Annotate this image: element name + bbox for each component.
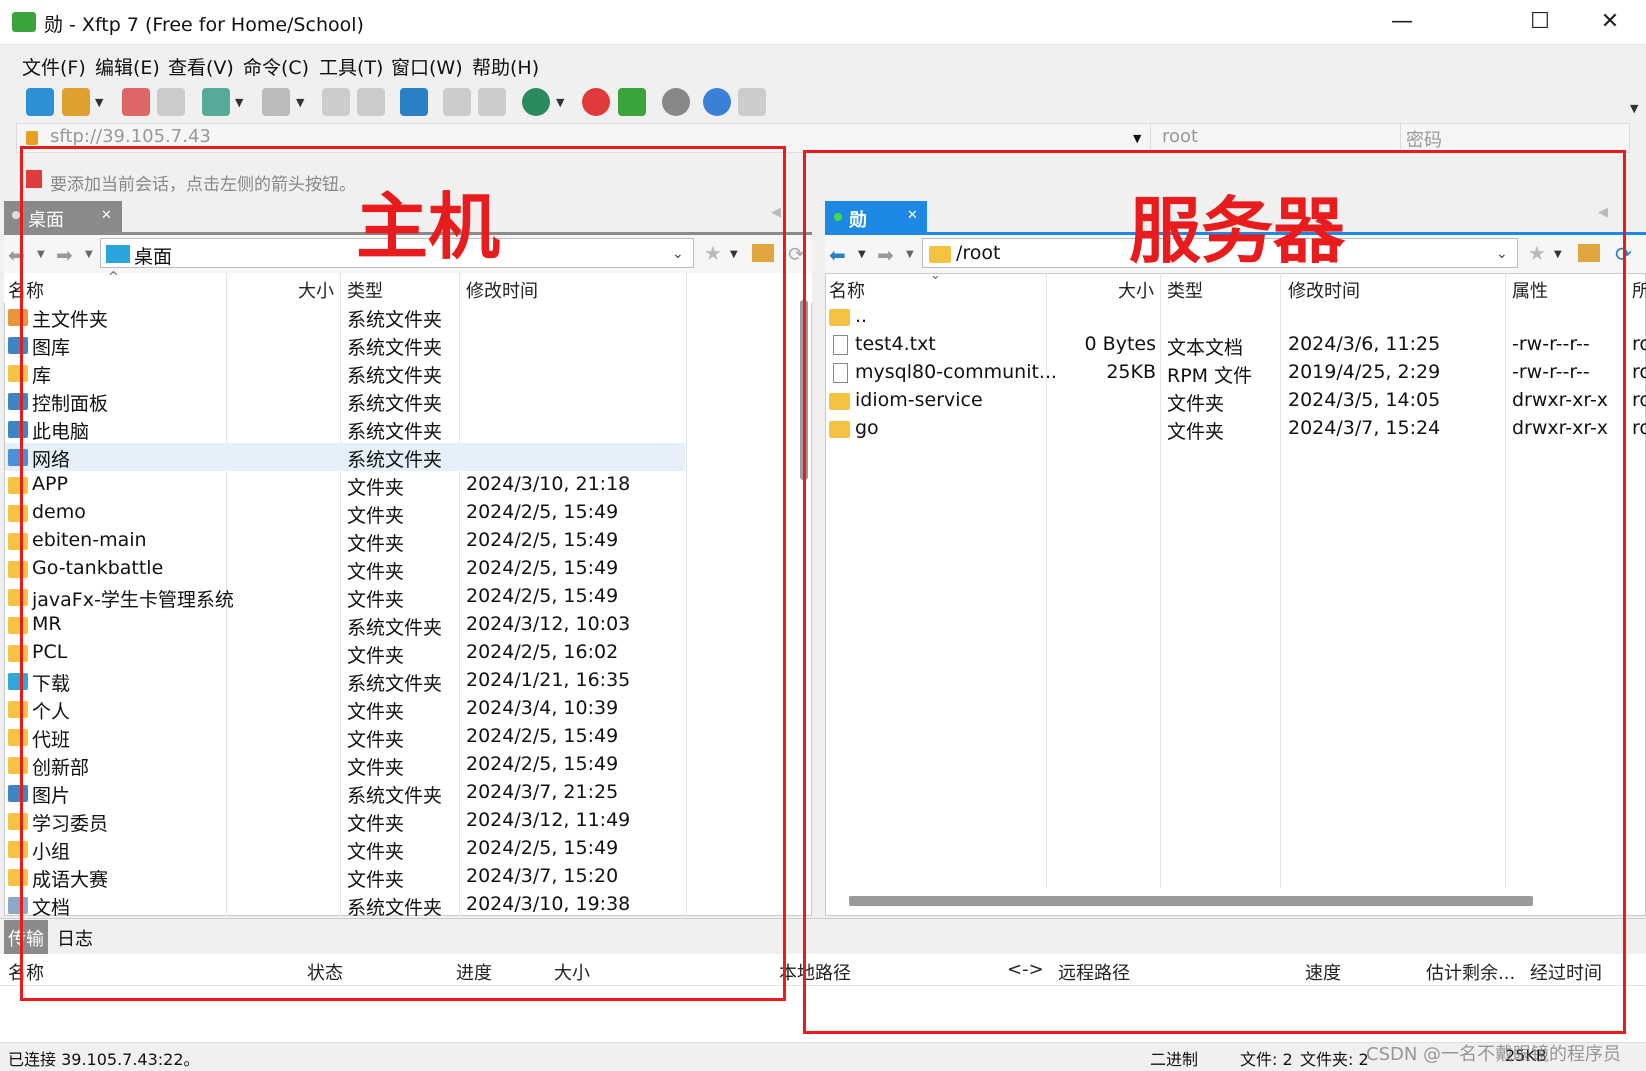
column-owner[interactable]: 所 <box>1632 277 1646 303</box>
menu-command[interactable]: 命令(C) <box>243 53 309 80</box>
chevron-down-icon[interactable]: ▼ <box>296 96 304 109</box>
remote-annotation-label: 服务器 <box>1129 188 1346 273</box>
username-input[interactable]: root <box>1162 126 1198 147</box>
menu-view[interactable]: 查看(V) <box>168 53 234 80</box>
chevron-down-icon[interactable]: ▼ <box>235 96 243 109</box>
chevron-down-icon[interactable]: ▼ <box>95 96 103 109</box>
gear-icon[interactable] <box>662 88 690 116</box>
maximize-button[interactable]: ☐ <box>1518 8 1562 38</box>
minimize-button[interactable]: — <box>1380 8 1424 38</box>
app-icon <box>12 12 36 32</box>
close-button[interactable]: ✕ <box>1588 8 1632 38</box>
divider <box>1400 124 1401 152</box>
watermark: CSDN @一名不戴眼镜的程序员 <box>1366 1044 1622 1065</box>
file-count-status: 文件: 2 <box>1240 1050 1293 1069</box>
password-input[interactable]: 密码 <box>1406 126 1442 152</box>
local-annotation-box <box>20 146 786 1001</box>
address-input[interactable]: sftp://39.105.7.43 <box>50 126 211 147</box>
xshell-icon[interactable] <box>582 88 610 116</box>
new-session-icon[interactable] <box>26 88 54 116</box>
file-owner: ro <box>1632 333 1646 355</box>
chevron-down-icon[interactable]: ▼ <box>1630 102 1638 115</box>
chat-icon[interactable] <box>738 88 766 116</box>
new-file-icon[interactable] <box>322 88 350 116</box>
transfer-mode-icon[interactable] <box>262 88 290 116</box>
reconnect-icon[interactable] <box>122 88 150 116</box>
file-owner: ro <box>1632 361 1646 383</box>
toolbar <box>0 83 1646 123</box>
divider <box>1150 124 1151 152</box>
local-annotation-label: 主机 <box>356 184 501 269</box>
transfer-mode-status: 二进制 <box>1150 1050 1199 1069</box>
sync-icon[interactable] <box>400 88 428 116</box>
file-owner: ro <box>1632 417 1646 439</box>
globe-icon[interactable] <box>522 88 550 116</box>
menu-window[interactable]: 窗口(W) <box>391 53 463 80</box>
menu-tools[interactable]: 工具(T) <box>319 53 383 80</box>
menu-edit[interactable]: 编辑(E) <box>95 53 160 80</box>
paste-icon[interactable] <box>478 88 506 116</box>
disconnect-icon[interactable] <box>157 88 185 116</box>
menu-file[interactable]: 文件(F) <box>22 53 86 80</box>
xftp-icon[interactable] <box>618 88 646 116</box>
open-folder-icon[interactable] <box>62 88 90 116</box>
lock-icon <box>26 131 38 145</box>
session-settings-icon[interactable] <box>202 88 230 116</box>
window-title: 勋 - Xftp 7 (Free for Home/School) <box>44 14 364 36</box>
new-folder-icon[interactable] <box>357 88 385 116</box>
status-dot-icon <box>12 211 20 219</box>
chevron-down-icon[interactable]: ▼ <box>556 96 564 109</box>
chevron-down-icon[interactable]: ▼ <box>1133 132 1141 145</box>
help-icon[interactable] <box>703 88 731 116</box>
title-bar: 勋 - Xftp 7 (Free for Home/School) — ☐ ✕ <box>0 0 1646 45</box>
remote-annotation-box <box>803 150 1626 1034</box>
menu-help[interactable]: 帮助(H) <box>472 53 539 80</box>
copy-icon[interactable] <box>443 88 471 116</box>
connection-status: 已连接 39.105.7.43:22。 <box>8 1050 200 1069</box>
file-owner: ro <box>1632 389 1646 411</box>
folder-count-status: 文件夹: 2 <box>1300 1050 1369 1069</box>
